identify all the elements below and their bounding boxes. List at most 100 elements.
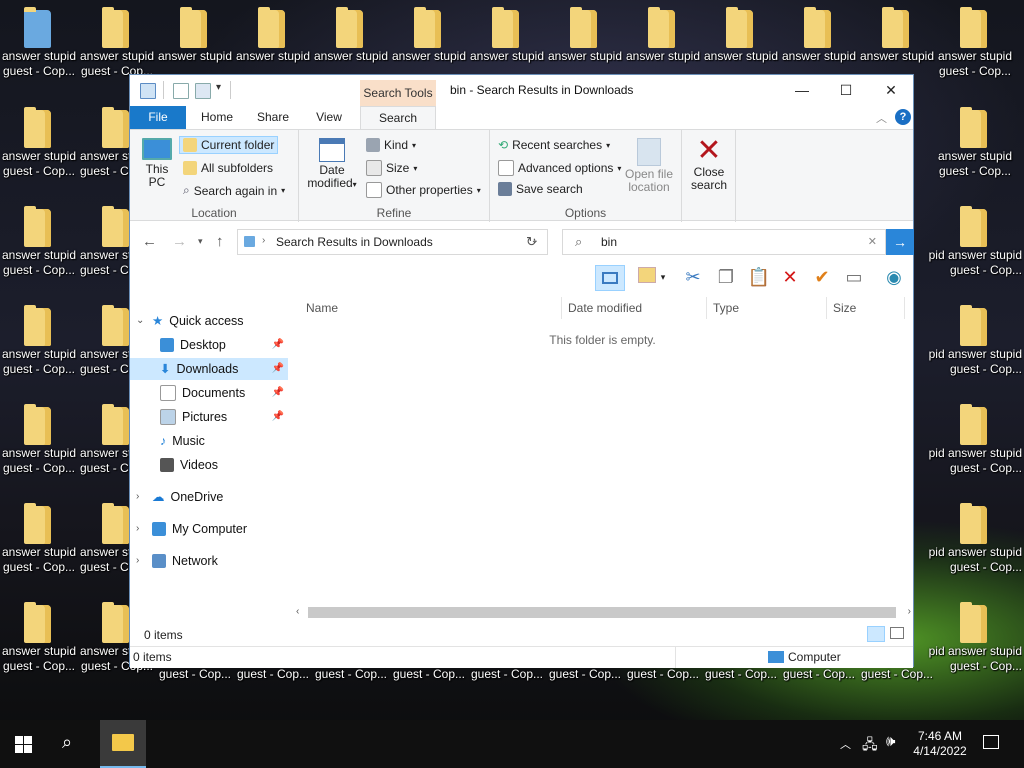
paste-icon[interactable]: 📋 — [747, 265, 771, 289]
new-folder-icon[interactable] — [195, 83, 211, 99]
cut-icon[interactable]: ✂ — [681, 265, 705, 289]
layout-icon[interactable] — [635, 265, 659, 289]
file-explorer-taskbar-button[interactable] — [100, 720, 146, 768]
desktop-icon[interactable]: answer st guest - C — [78, 199, 129, 298]
desktop-icon[interactable]: answer st guest - C — [78, 298, 129, 397]
back-arrow-icon[interactable]: ← — [142, 233, 157, 250]
details-view-icon[interactable] — [867, 626, 885, 642]
desktop-icon[interactable]: answer stupid guest - Cop... — [0, 595, 78, 694]
title-bar[interactable]: ▾ Search Tools bin - Search Results in D… — [130, 75, 913, 106]
ribbon-group-close: ✕ Close search — [682, 130, 736, 222]
nav-my-computer[interactable]: › My Computer — [136, 518, 247, 540]
search-icon[interactable]: ⌕ — [62, 732, 72, 753]
maximize-button[interactable]: ☐ — [823, 75, 869, 105]
minimize-button[interactable]: — — [779, 75, 825, 105]
column-date-modified[interactable]: Date modified — [562, 297, 707, 319]
desktop-icon[interactable]: answer stupid guest - Cop... — [0, 298, 78, 397]
copy-icon[interactable]: ❐ — [714, 265, 738, 289]
rename-icon[interactable]: ▭ — [842, 265, 866, 289]
calendar-icon — [319, 138, 345, 162]
column-name[interactable]: Name — [300, 297, 562, 319]
windows-start-icon[interactable] — [15, 736, 32, 753]
nav-item-videos[interactable]: Videos — [160, 454, 218, 476]
address-bar[interactable]: › Search Results in Downloads ⌄ — [237, 229, 548, 255]
desktop-icon[interactable]: answer stupid guest - Cop... — [0, 199, 78, 298]
size-button[interactable]: Size ▾ — [366, 160, 417, 176]
recent-searches-button[interactable]: ⟲ Recent searches ▾ — [498, 138, 610, 152]
desktop-icon[interactable]: pid answer stupid guest - Cop... — [914, 496, 1024, 595]
notification-icon[interactable] — [983, 735, 999, 749]
chevron-right-icon[interactable]: › — [136, 518, 146, 540]
checkmark-icon[interactable]: ✔ — [810, 265, 834, 289]
nav-item-documents[interactable]: Documents 📌 — [160, 382, 288, 404]
desktop-icon[interactable]: answer stupid guest - Cop... — [936, 0, 1014, 99]
desktop-icon[interactable]: answer stupid guest - Cop... — [0, 397, 78, 496]
collapse-ribbon-icon[interactable]: ︿ — [876, 110, 887, 126]
search-again-in-button[interactable]: ⌕ Search again in ▾ — [183, 183, 285, 198]
column-size[interactable]: Size — [827, 297, 905, 319]
save-search-button[interactable]: Save search — [498, 182, 583, 196]
nav-item-music[interactable]: ♪ Music — [160, 430, 205, 452]
desktop-icon[interactable]: answer st guest - C — [78, 496, 129, 595]
layout-dropdown-icon[interactable]: ▾ — [657, 265, 669, 289]
show-hidden-icons-icon[interactable]: ︿ — [840, 736, 851, 752]
desktop-icon[interactable]: answer st guest - C — [78, 100, 129, 199]
current-folder-button[interactable]: Current folder — [179, 136, 279, 154]
search-box[interactable]: ⌕ bin ✕ — [562, 229, 886, 255]
nav-onedrive[interactable]: › ☁ OneDrive — [136, 486, 223, 508]
scroll-right-icon[interactable]: › — [908, 606, 911, 617]
search-go-button[interactable]: → — [886, 229, 914, 255]
tab-share[interactable]: Share — [248, 106, 298, 129]
up-arrow-icon[interactable]: ↑ — [216, 233, 224, 250]
nav-network[interactable]: › Network — [136, 550, 218, 572]
search-input[interactable]: bin — [601, 235, 617, 249]
large-icons-view-icon[interactable] — [890, 627, 904, 639]
kind-button[interactable]: Kind ▾ — [366, 138, 416, 152]
tab-file[interactable]: File — [130, 106, 186, 129]
clear-search-icon[interactable]: ✕ — [868, 235, 877, 248]
expand-down-icon[interactable]: ⌄ — [136, 310, 146, 332]
scrollbar-thumb[interactable] — [308, 607, 896, 618]
horizontal-scrollbar[interactable]: ‹ › — [296, 604, 913, 621]
chevron-right-icon[interactable]: › — [136, 550, 146, 572]
column-type[interactable]: Type — [707, 297, 827, 319]
nav-quick-access[interactable]: ⌄ ★ Quick access — [136, 310, 244, 332]
close-search-button[interactable]: ✕ Close search — [684, 136, 734, 192]
desktop-icon[interactable]: pid answer stupid guest - Cop... — [914, 397, 1024, 496]
recent-locations-icon[interactable]: ▾ — [198, 236, 203, 247]
advanced-options-button[interactable]: Advanced options ▾ — [498, 160, 621, 176]
this-pc-button[interactable]: This PC — [140, 138, 174, 189]
desktop-icon[interactable]: answer stupid guest - Cop... — [0, 0, 78, 99]
desktop-icon[interactable]: answer stupid guest - Cop... — [0, 100, 78, 199]
forward-arrow-icon[interactable]: → — [172, 233, 187, 250]
tab-search[interactable]: Search — [360, 106, 436, 129]
nav-item-downloads[interactable]: ⬇ Downloads 📌 — [130, 358, 288, 380]
scroll-left-icon[interactable]: ‹ — [296, 606, 299, 617]
customize-qat-icon[interactable]: ▾ — [216, 82, 221, 93]
desktop-icon[interactable]: pid answer stupid guest - Cop... — [914, 298, 1024, 397]
desktop-icon[interactable]: answer st guest - C — [78, 397, 129, 496]
desktop-icon[interactable]: answer stupid guest - Cop... — [0, 496, 78, 595]
desktop-icon[interactable]: pid answer stupid guest - Cop... — [914, 199, 1024, 298]
delete-icon[interactable]: ✕ — [778, 265, 802, 289]
chevron-right-icon[interactable]: › — [136, 486, 146, 508]
clock[interactable]: 7:46 AM 4/14/2022 — [908, 729, 972, 759]
network-icon[interactable]: 🖧 — [862, 734, 878, 758]
nav-item-pictures[interactable]: Pictures 📌 — [160, 406, 288, 428]
open-file-location-button[interactable]: Open file location — [620, 138, 678, 194]
nav-item-desktop[interactable]: Desktop 📌 — [160, 334, 288, 356]
tab-home[interactable]: Home — [192, 106, 242, 129]
desktop-icon[interactable]: answer stupid guest - Cop... — [936, 100, 1014, 199]
volume-icon[interactable]: 🕪 — [886, 733, 895, 750]
other-properties-button[interactable]: Other properties ▾ — [366, 182, 481, 198]
preview-pane-icon[interactable] — [595, 265, 625, 291]
tab-view[interactable]: View — [304, 106, 354, 129]
close-button[interactable]: ✕ — [868, 75, 914, 105]
help-icon[interactable]: ? — [895, 109, 911, 125]
date-modified-button[interactable]: Date modified▾ — [304, 138, 360, 191]
all-subfolders-button[interactable]: All subfolders — [183, 161, 273, 175]
globe-icon[interactable]: ◉ — [882, 265, 906, 289]
properties-icon[interactable] — [173, 83, 189, 99]
folder-icon — [960, 107, 987, 148]
refresh-icon[interactable]: ↻ — [526, 234, 537, 250]
